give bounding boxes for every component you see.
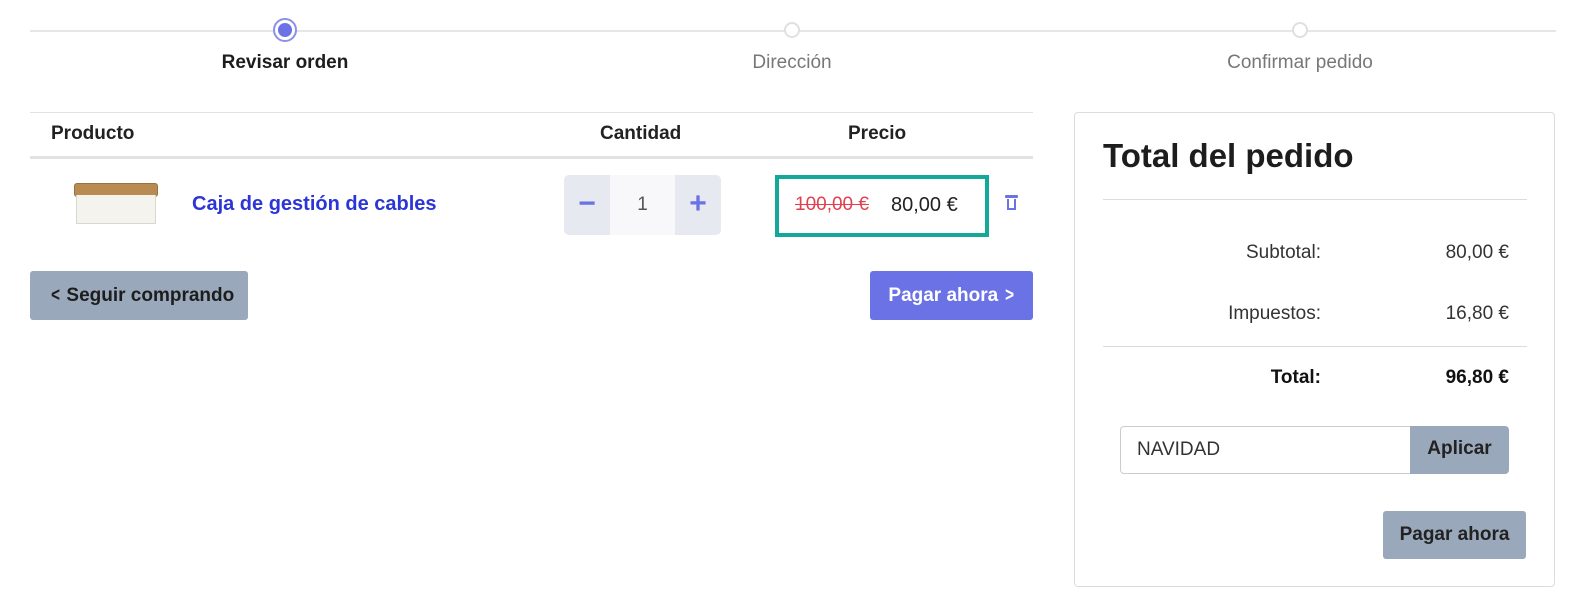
total-value: 96,80 € [1445,367,1509,388]
quantity-stepper: − 1 + [564,175,721,235]
step-review-order: Revisar orden [85,14,485,74]
summary-pay-now-button[interactable]: Pagar ahora [1383,511,1526,559]
decrease-quantity-button[interactable]: − [564,175,610,235]
order-summary-card: Total del pedido Subtotal: 80,00 € Impue… [1074,112,1555,587]
price-cell: 100,00 € 80,00 € [775,175,989,237]
cart-table: Producto Cantidad Precio Caja de gestión… [30,112,1033,254]
divider [1103,346,1527,347]
cart-item-row: Caja de gestión de cables − 1 + 100,00 €… [30,159,1033,254]
discounted-price: 80,00 € [891,194,958,216]
checkout-progress: Revisar orden Dirección Confirmar pedido [30,14,1556,84]
header-product: Producto [51,123,135,144]
subtotal-label: Subtotal: [1246,242,1321,263]
step-active-dot-icon [273,18,297,42]
header-quantity: Cantidad [600,123,682,144]
continue-shopping-label: Seguir comprando [66,285,235,306]
coupon-form: Aplicar [1120,426,1509,474]
apply-coupon-button[interactable]: Aplicar [1410,426,1509,474]
continue-shopping-button[interactable]: < Seguir comprando [30,271,248,320]
product-image[interactable] [72,183,158,227]
pay-now-button[interactable]: Pagar ahora > [870,271,1033,320]
trash-icon[interactable] [1005,195,1018,211]
step-address: Dirección [592,14,992,74]
increase-quantity-button[interactable]: + [675,175,721,235]
product-name-link[interactable]: Caja de gestión de cables [192,193,437,216]
step-label: Revisar orden [221,52,349,73]
cart-table-header: Producto Cantidad Precio [30,112,1033,159]
quantity-value[interactable]: 1 [610,175,675,235]
chevron-right-icon: > [1004,285,1014,306]
header-price: Precio [848,123,907,144]
subtotal-value: 80,00 € [1445,242,1509,263]
step-label: Confirmar pedido [1227,52,1373,73]
chevron-left-icon: < [51,285,60,306]
step-label: Dirección [752,52,832,73]
taxes-label: Impuestos: [1228,303,1321,324]
total-label: Total: [1270,367,1321,388]
original-price: 100,00 € [795,194,869,215]
step-confirm-order: Confirmar pedido [1100,14,1500,74]
step-dot-icon [1292,22,1308,38]
pay-now-label: Pagar ahora [888,285,999,306]
divider [1103,199,1527,200]
step-dot-icon [784,22,800,38]
taxes-value: 16,80 € [1445,303,1509,324]
coupon-code-input[interactable] [1120,426,1413,474]
order-summary-title: Total del pedido [1103,137,1354,174]
